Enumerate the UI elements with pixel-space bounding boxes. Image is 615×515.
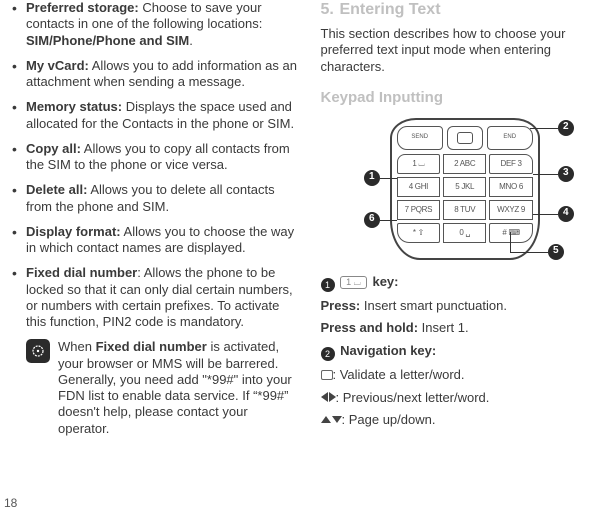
note-bold: Fixed dial number	[96, 339, 207, 354]
sub-heading: Keypad Inputting	[321, 89, 608, 108]
note-block: When Fixed dial number is activated, you…	[12, 339, 299, 437]
key-3: DEF 3	[489, 154, 532, 174]
leader-5a	[510, 232, 511, 252]
key-1: 1 ⌴	[397, 154, 440, 174]
nav-ud-line: : Page up/down.	[321, 412, 608, 428]
key-8: 8 TUV	[443, 200, 486, 220]
press-term: Press:	[321, 298, 361, 313]
hold-desc: Insert 1.	[418, 320, 469, 335]
entry-2-heading: 2 Navigation key:	[321, 343, 608, 362]
term: Memory status:	[26, 99, 122, 114]
tail-after: .	[189, 33, 193, 48]
leader-3	[533, 174, 558, 175]
leader-5b	[510, 252, 548, 253]
settings-list: Preferred storage: Choose to save your c…	[12, 0, 299, 330]
key-0: 0 ␣	[443, 223, 486, 243]
term: Copy all:	[26, 141, 81, 156]
key-1-box: 1 ⌴	[340, 276, 367, 289]
key-label: key:	[372, 274, 398, 289]
item-copy-all: Copy all: Allows you to copy all contact…	[12, 141, 299, 174]
down-arrow-icon	[332, 416, 342, 423]
keypad-grid: 1 ⌴ 2 ABC DEF 3 4 GHI 5 JKL MNO 6 7 PQRS…	[397, 154, 533, 243]
entry-1-hold: Press and hold: Insert 1.	[321, 320, 608, 336]
item-my-vcard: My vCard: Allows you to add information …	[12, 58, 299, 91]
tail-bold: SIM/Phone/Phone and SIM	[26, 33, 189, 48]
nav-lr-text: : Previous/next letter/word.	[336, 390, 490, 405]
leader-2	[530, 128, 558, 129]
center-icon	[321, 370, 333, 380]
right-arrow-icon	[329, 392, 336, 402]
callout-5: 5	[548, 244, 564, 260]
key-2: 2 ABC	[443, 154, 486, 174]
nav-ud-text: : Page up/down.	[342, 412, 436, 427]
entry-1-heading: 1 1 ⌴ key:	[321, 274, 608, 293]
key-9: WXYZ 9	[489, 200, 532, 220]
keypad-diagram: SEND END 1 ⌴ 2 ABC DEF 3 4 GHI 5 JKL MNO…	[334, 114, 594, 264]
callout-2: 2	[558, 120, 574, 136]
nav-key	[447, 126, 483, 150]
nav-key-label: Navigation key:	[340, 343, 436, 358]
term: Delete all:	[26, 182, 87, 197]
callout-6: 6	[364, 212, 380, 228]
item-preferred-storage: Preferred storage: Choose to save your c…	[12, 0, 299, 49]
end-key: END	[487, 126, 533, 150]
leader-4	[533, 214, 558, 215]
item-display-format: Display format: Allows you to choose the…	[12, 224, 299, 257]
term: Fixed dial number	[26, 265, 137, 280]
key-star: * ⇧	[397, 223, 440, 243]
note-icon	[26, 339, 50, 363]
nav-center-text: : Validate a letter/word.	[333, 367, 465, 382]
term: Display format:	[26, 224, 121, 239]
item-delete-all: Delete all: Allows you to delete all con…	[12, 182, 299, 215]
entry-1-press: Press: Insert smart punctuation.	[321, 298, 608, 314]
note-pre: When	[58, 339, 96, 354]
term: Preferred storage:	[26, 0, 139, 15]
left-arrow-icon	[321, 392, 328, 402]
left-column: Preferred storage: Choose to save your c…	[12, 0, 299, 437]
hold-term: Press and hold:	[321, 320, 419, 335]
key-7: 7 PQRS	[397, 200, 440, 220]
item-fixed-dial-number: Fixed dial number: Allows the phone to b…	[12, 265, 299, 330]
section-description: This section describes how to choose you…	[321, 26, 608, 75]
leader-1	[380, 178, 397, 179]
item-memory-status: Memory status: Displays the space used a…	[12, 99, 299, 132]
up-arrow-icon	[321, 416, 331, 423]
section-title: Entering Text	[339, 1, 440, 18]
note-text: When Fixed dial number is activated, you…	[58, 339, 299, 437]
page-number: 18	[4, 496, 17, 511]
send-key: SEND	[397, 126, 443, 150]
nav-center-line: : Validate a letter/word.	[321, 367, 608, 383]
key-5: 5 JKL	[443, 177, 486, 197]
key-hash: # ⌨	[489, 223, 532, 243]
press-desc: Insert smart punctuation.	[360, 298, 507, 313]
callout-4: 4	[558, 206, 574, 222]
section-heading: 5. Entering Text	[321, 0, 608, 20]
right-column: 5. Entering Text This section describes …	[321, 0, 608, 437]
leader-6	[380, 220, 397, 221]
top-row: SEND END	[397, 126, 533, 150]
circle-1-icon: 1	[321, 278, 335, 292]
section-number: 5.	[321, 1, 334, 18]
callout-1: 1	[364, 170, 380, 186]
circle-2-icon: 2	[321, 347, 335, 361]
callout-3: 3	[558, 166, 574, 182]
key-6: MNO 6	[489, 177, 532, 197]
key-4: 4 GHI	[397, 177, 440, 197]
term: My vCard:	[26, 58, 89, 73]
nav-lr-line: : Previous/next letter/word.	[321, 390, 608, 406]
